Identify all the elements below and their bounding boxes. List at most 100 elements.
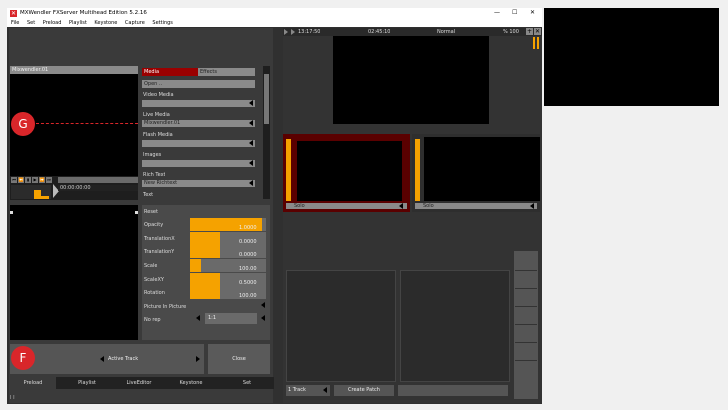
close-button[interactable]: Close bbox=[208, 344, 270, 374]
corner-handle-icon[interactable] bbox=[10, 211, 13, 214]
param-value: 100.00 bbox=[239, 266, 257, 272]
param-slider-fill bbox=[190, 245, 220, 258]
menu-capture[interactable]: Capture bbox=[125, 20, 145, 26]
tab-media[interactable]: Media bbox=[142, 68, 198, 76]
fast-forward-icon[interactable]: ⏩ bbox=[39, 177, 45, 183]
menu-playlist[interactable]: Playlist bbox=[69, 20, 87, 26]
minimize-button[interactable]: — bbox=[494, 9, 500, 16]
param-label: TranslationY bbox=[144, 249, 175, 255]
param-label: Rotation bbox=[144, 290, 165, 296]
add-icon[interactable]: + bbox=[526, 28, 533, 35]
param-value: 100.00 bbox=[239, 293, 257, 299]
percent-label: % 100 bbox=[503, 29, 519, 35]
active-track-label: Active Track bbox=[108, 356, 139, 362]
stack-button[interactable] bbox=[515, 306, 537, 323]
time-left: 13:17:50 bbox=[298, 29, 321, 35]
close-x-icon[interactable]: ✕ bbox=[534, 28, 541, 35]
tab-playlist[interactable]: Playlist bbox=[64, 377, 110, 389]
menu-settings[interactable]: Settings bbox=[152, 20, 173, 26]
pause-icon[interactable]: ▮ bbox=[25, 177, 31, 183]
tab-liveeditor[interactable]: LiveEditor bbox=[116, 377, 162, 389]
media-item-label: Live Media bbox=[143, 112, 170, 118]
rewind-icon[interactable]: ⏪ bbox=[18, 177, 24, 183]
param-slider-fill bbox=[190, 286, 220, 299]
media-item-label: Text bbox=[143, 192, 154, 198]
media-item-label: Images bbox=[143, 152, 162, 158]
skip-start-icon[interactable]: ⏮ bbox=[11, 177, 17, 183]
status-text: I I bbox=[10, 395, 15, 401]
play-icon[interactable] bbox=[284, 29, 288, 35]
create-patch-button[interactable]: Create Patch bbox=[334, 385, 394, 396]
pip-arrow-icon[interactable] bbox=[261, 302, 265, 308]
norep-label: No rep bbox=[144, 317, 161, 323]
param-slider-fill bbox=[190, 232, 220, 245]
menu-keystone[interactable]: Keystone bbox=[94, 20, 117, 26]
maximize-button[interactable]: ☐ bbox=[512, 9, 517, 16]
preview-label: Mixwendler.01 bbox=[10, 66, 138, 74]
tab-preload[interactable]: Preload bbox=[10, 377, 56, 389]
transport-buttons: ⏮ ⏪ ▮ ▶ ⏩ ⏭ bbox=[11, 177, 52, 184]
dropdown-arrow-icon bbox=[249, 180, 253, 186]
slot-label: Solo bbox=[286, 203, 407, 209]
dropdown-arrow-icon bbox=[249, 160, 253, 166]
title-bar: ✕ MXWendler FXServer Multihead Edition 5… bbox=[7, 8, 542, 19]
level-marker bbox=[34, 190, 41, 199]
norep-right-arrow-icon[interactable] bbox=[261, 315, 265, 321]
menu-set[interactable]: Set bbox=[27, 20, 35, 26]
open-button[interactable]: Open .. bbox=[142, 80, 255, 88]
scrub-bar[interactable] bbox=[58, 177, 138, 183]
slot-level bbox=[286, 139, 291, 201]
stack-button[interactable] bbox=[515, 270, 537, 287]
norep-value[interactable]: 1:1 bbox=[205, 313, 257, 324]
media-item-dropdown[interactable] bbox=[142, 100, 255, 107]
tab-effects[interactable]: Effects bbox=[198, 68, 255, 76]
patch-field[interactable] bbox=[398, 385, 508, 396]
stack-button[interactable] bbox=[515, 342, 537, 359]
skip-end-icon[interactable]: ⏭ bbox=[46, 177, 52, 183]
timecode: 00:00:00:00 bbox=[58, 185, 138, 191]
media-item-label: Rich Text bbox=[143, 172, 166, 178]
media-item-dropdown[interactable] bbox=[142, 160, 255, 167]
slot-label: Solo bbox=[415, 203, 537, 209]
slot-screen bbox=[424, 137, 540, 201]
param-label: Opacity bbox=[144, 222, 164, 228]
track-arrow-icon[interactable] bbox=[323, 387, 327, 393]
preview-guide-line bbox=[36, 123, 138, 124]
time-mid: 02:45:10 bbox=[368, 29, 391, 35]
dropdown-arrow-icon bbox=[249, 120, 253, 126]
callout-g: G bbox=[11, 112, 35, 136]
lower-pane-right bbox=[400, 270, 510, 382]
active-track-right-icon[interactable] bbox=[196, 356, 200, 362]
menu-file[interactable]: File bbox=[11, 20, 19, 26]
mode-label: Normal bbox=[437, 29, 456, 35]
stack-button[interactable] bbox=[515, 360, 537, 377]
play-next-icon[interactable] bbox=[291, 29, 295, 35]
media-item-label: Video Media bbox=[143, 92, 174, 98]
tab-keystone[interactable]: Keystone bbox=[168, 377, 214, 389]
pip-label: Picture In Picture bbox=[144, 304, 187, 310]
scrollbar-thumb[interactable] bbox=[264, 74, 269, 124]
stack-button[interactable] bbox=[515, 288, 537, 305]
vu-meter bbox=[533, 37, 535, 49]
close-button[interactable]: ✕ bbox=[530, 9, 535, 16]
slot-level bbox=[415, 139, 420, 201]
menu-preload[interactable]: Preload bbox=[43, 20, 62, 26]
callout-f: F bbox=[11, 346, 35, 370]
tab-set[interactable]: Set bbox=[224, 377, 270, 389]
active-track-left-icon[interactable] bbox=[100, 356, 104, 362]
media-item-dropdown[interactable]: Mixwendler.01 bbox=[142, 120, 255, 127]
play-icon[interactable]: ▶ bbox=[32, 177, 38, 183]
param-value: 1.0000 bbox=[239, 225, 257, 231]
norep-left-arrow-icon[interactable] bbox=[196, 315, 200, 321]
active-track-bar bbox=[10, 344, 204, 374]
corner-handle-icon[interactable] bbox=[135, 211, 138, 214]
slot-arrow-icon[interactable] bbox=[399, 203, 403, 209]
media-item-dropdown[interactable]: New Richtext bbox=[142, 180, 255, 187]
output-preview bbox=[10, 205, 138, 340]
media-item-dropdown[interactable] bbox=[142, 140, 255, 147]
param-label: ScaleXY bbox=[144, 277, 164, 283]
slot-arrow-icon[interactable] bbox=[530, 203, 534, 209]
stack-button[interactable] bbox=[515, 324, 537, 341]
reset-button[interactable]: Reset bbox=[144, 209, 158, 215]
slot-screen bbox=[297, 141, 402, 201]
